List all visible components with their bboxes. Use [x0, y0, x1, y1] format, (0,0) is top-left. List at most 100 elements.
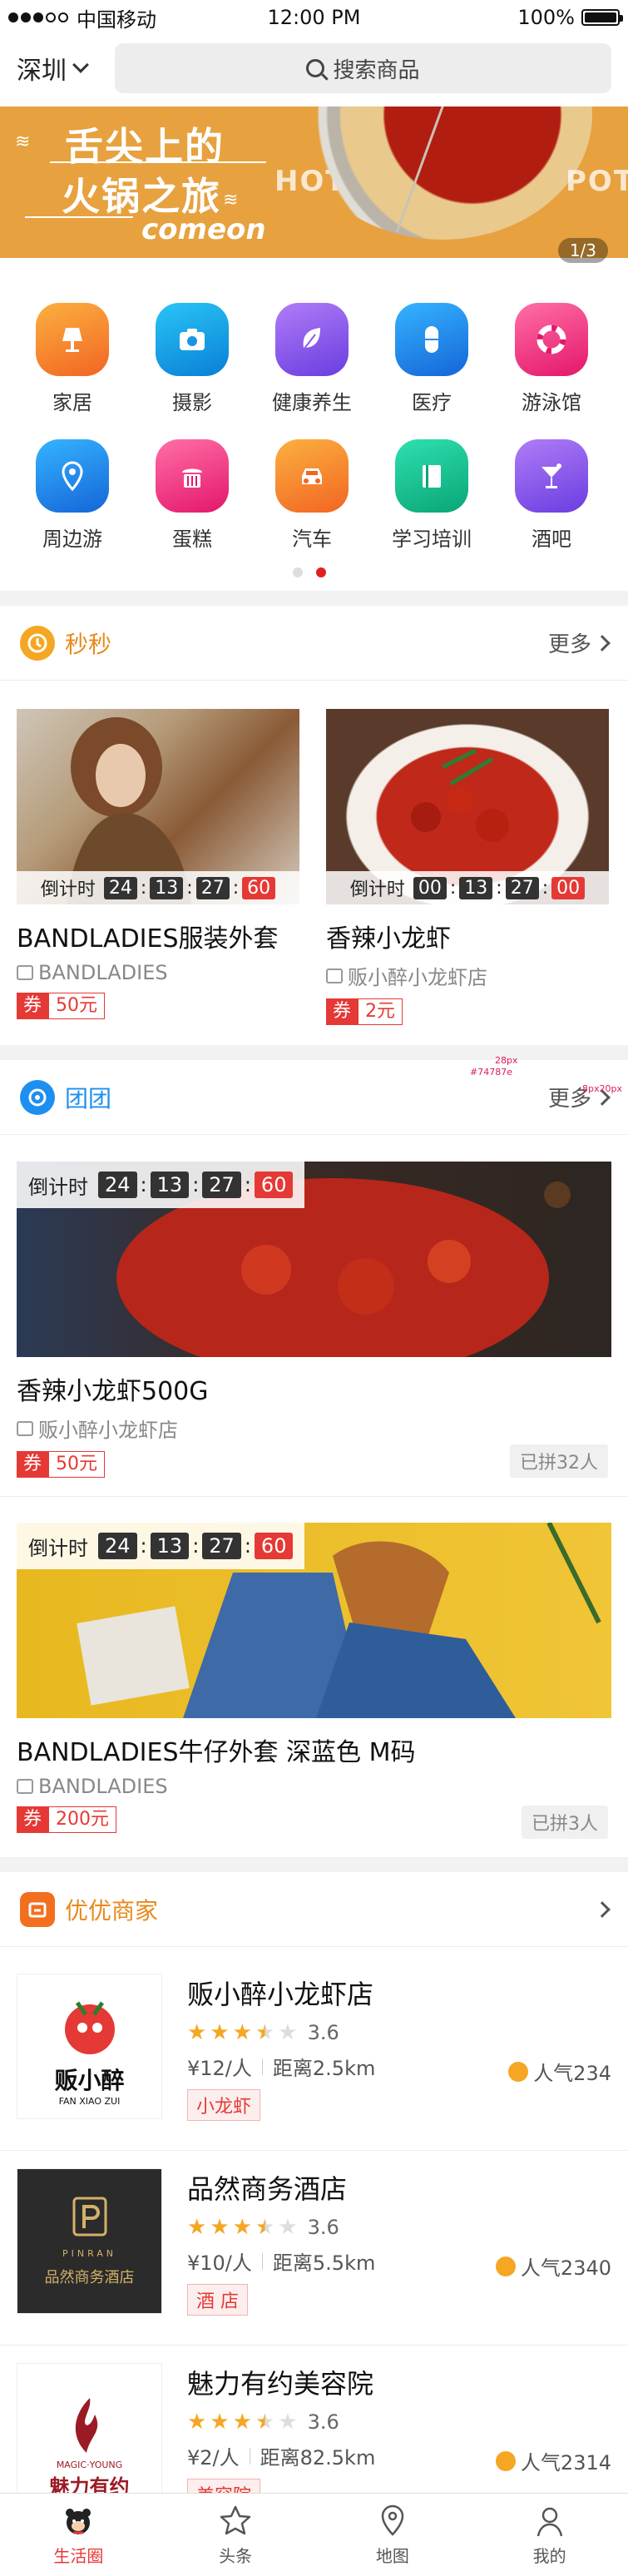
coupon-badge[interactable]: 券 50元	[17, 993, 106, 1019]
merchant-logo: PINRAN 品然商务酒店	[17, 2168, 162, 2314]
category-item[interactable]: 家居	[22, 303, 122, 415]
banner-divider	[25, 216, 133, 218]
flame-icon	[495, 2450, 516, 2471]
popularity: 人气2340	[495, 2252, 611, 2281]
section-title: 秒秒	[65, 630, 112, 658]
product-title: 香辣小龙虾500G	[17, 1377, 209, 1406]
group-icon	[20, 1079, 55, 1115]
coupon-value: 50元	[48, 1451, 106, 1478]
star-icon: ★	[210, 2020, 230, 2045]
distance: 距离2.5km	[272, 2057, 376, 2080]
merchant-logo: MAGIC·YOUNG 魅力有约	[17, 2363, 162, 2509]
design-annotation: 28px	[495, 1055, 518, 1066]
cocktail-icon	[515, 439, 588, 513]
price-per-person: ¥12/人	[187, 2057, 252, 2080]
rating-stars: ★ ★ ★ ★ ★ 3.6	[187, 2215, 611, 2240]
category-item[interactable]: 周边游	[22, 439, 122, 552]
product-title: BANDLADIES服装外套	[17, 924, 279, 954]
category-item[interactable]: 游泳馆	[502, 303, 601, 415]
carrier-name: 中国移动	[77, 7, 156, 32]
store-icon	[17, 1420, 33, 1436]
category-item[interactable]: 学习培训	[382, 439, 482, 552]
merchant-item[interactable]: 贩小醉 FAN XIAO ZUI 贩小醉小龙虾店 ★ ★ ★ ★ ★ 3.6 ¥12/人…	[17, 1974, 611, 2140]
coupon-badge[interactable]: 券 2元	[326, 998, 403, 1025]
star-icon: ★	[187, 2410, 207, 2435]
coupon-value: 200元	[48, 1806, 117, 1833]
countdown-timer: 倒计时 24: 13: 27: 60	[17, 871, 299, 904]
book-icon	[395, 439, 468, 513]
merchant-item[interactable]: PINRAN 品然商务酒店 品然商务酒店 ★ ★ ★ ★ ★ 3.6 ¥10/人 距离5.…	[17, 2168, 611, 2335]
group-buy-card[interactable]: 倒计时 24: 13: 27: 60 BANDLADIES牛仔外套 深蓝色 M码…	[17, 1523, 611, 1833]
search-input[interactable]: 搜索商品	[115, 43, 611, 93]
coupon-badge[interactable]: 券 200元	[17, 1806, 117, 1833]
flash-sale-card[interactable]: 倒计时 24: 13: 27: 60 BANDLADIES服装外套 BANDLA…	[17, 709, 299, 1019]
leaf-icon	[275, 303, 349, 376]
logo-subtext: FAN XIAO ZUI	[58, 2096, 121, 2107]
countdown-ms: 60	[242, 876, 276, 899]
coupon-tag: 券	[326, 998, 359, 1025]
category-label: 周边游	[42, 528, 102, 551]
popularity-value: 人气2314	[520, 2451, 611, 2474]
shop-label: BANDLADIES	[38, 1775, 168, 1798]
star-icon: ★	[210, 2410, 230, 2435]
category-item[interactable]: 医疗	[382, 303, 482, 415]
category-item[interactable]: 蛋糕	[142, 439, 242, 552]
battery-percent: 100%	[517, 6, 575, 29]
tab-label: 我的	[532, 2546, 566, 2566]
star-half-icon: ★	[255, 2020, 275, 2045]
bottom-tab-bar: 生活圈 头条 地图 我的	[0, 2493, 628, 2576]
distance: 距离82.5km	[260, 2446, 376, 2469]
countdown-timer: 倒计时 24: 13: 27: 60	[17, 1162, 305, 1208]
chevron-down-icon	[72, 57, 89, 73]
promo-banner[interactable]: ≋ HOT POT 舌尖上的 火锅之旅 ≋ comeon	[0, 107, 628, 258]
tab-label: 地图	[375, 2546, 409, 2566]
star-half-icon: ★	[255, 2215, 275, 2240]
rating-value: 3.6	[307, 2410, 339, 2434]
section-divider	[0, 1045, 628, 1060]
tab-life-circle[interactable]: 生活圈	[0, 2494, 157, 2576]
tab-map[interactable]: 地图	[314, 2494, 472, 2576]
battery-icon	[581, 9, 623, 26]
merchants-header: 优优商家	[0, 1872, 628, 1947]
divider	[0, 2345, 628, 2346]
product-image: 倒计时 24: 13: 27: 60	[17, 1523, 611, 1718]
countdown-hours: 24	[103, 876, 137, 899]
star-icon: ★	[187, 2020, 207, 2045]
countdown-hours: 00	[413, 876, 447, 899]
cake-icon	[156, 439, 229, 513]
group-buy-header: 团团 更多	[0, 1060, 628, 1135]
category-pager	[293, 567, 326, 577]
price-per-person: ¥10/人	[187, 2252, 252, 2275]
countdown-label: 倒计时	[28, 1175, 88, 1199]
category-item[interactable]: 健康养生	[262, 303, 362, 415]
coupon-tag: 券	[17, 1806, 49, 1833]
car-icon	[275, 439, 349, 513]
group-buy-card[interactable]: 倒计时 24: 13: 27: 60 香辣小龙虾500G 贩小醉小龙虾店 券 50…	[17, 1162, 611, 1478]
search-placeholder: 搜索商品	[333, 57, 420, 83]
more-label: 更多	[547, 632, 591, 657]
lamp-icon	[36, 303, 109, 376]
banner-divider	[50, 161, 266, 163]
city-name: 深圳	[17, 57, 67, 86]
tab-headlines[interactable]: 头条	[157, 2494, 314, 2576]
countdown-label: 倒计时	[28, 1536, 88, 1560]
wave-decoration-icon: ≋	[223, 190, 239, 211]
star-icon: ★	[187, 2215, 207, 2240]
section-title: 优优商家	[65, 1896, 159, 1925]
city-selector[interactable]: 深圳	[17, 50, 115, 87]
product-image: 倒计时 00: 13: 27: 00	[326, 709, 609, 904]
star-icon: ★	[232, 2215, 252, 2240]
category-label: 蛋糕	[172, 528, 212, 551]
category-item[interactable]: 酒吧	[502, 439, 601, 552]
category-item[interactable]: 汽车	[262, 439, 362, 552]
flash-sale-card[interactable]: 倒计时 00: 13: 27: 00 香辣小龙虾 贩小醉小龙虾店 券 2元	[326, 709, 609, 1025]
signal-strength-icon	[8, 12, 68, 22]
tab-profile[interactable]: 我的	[471, 2494, 628, 2576]
countdown-minutes: 13	[459, 876, 493, 899]
star-icon: ★	[232, 2410, 252, 2435]
more-link[interactable]: 更多	[547, 627, 611, 658]
shop-name: 贩小醉小龙虾店	[17, 1414, 611, 1443]
category-item[interactable]: 摄影	[142, 303, 242, 415]
more-link[interactable]	[594, 1900, 611, 1918]
coupon-badge[interactable]: 券 50元	[17, 1451, 106, 1478]
